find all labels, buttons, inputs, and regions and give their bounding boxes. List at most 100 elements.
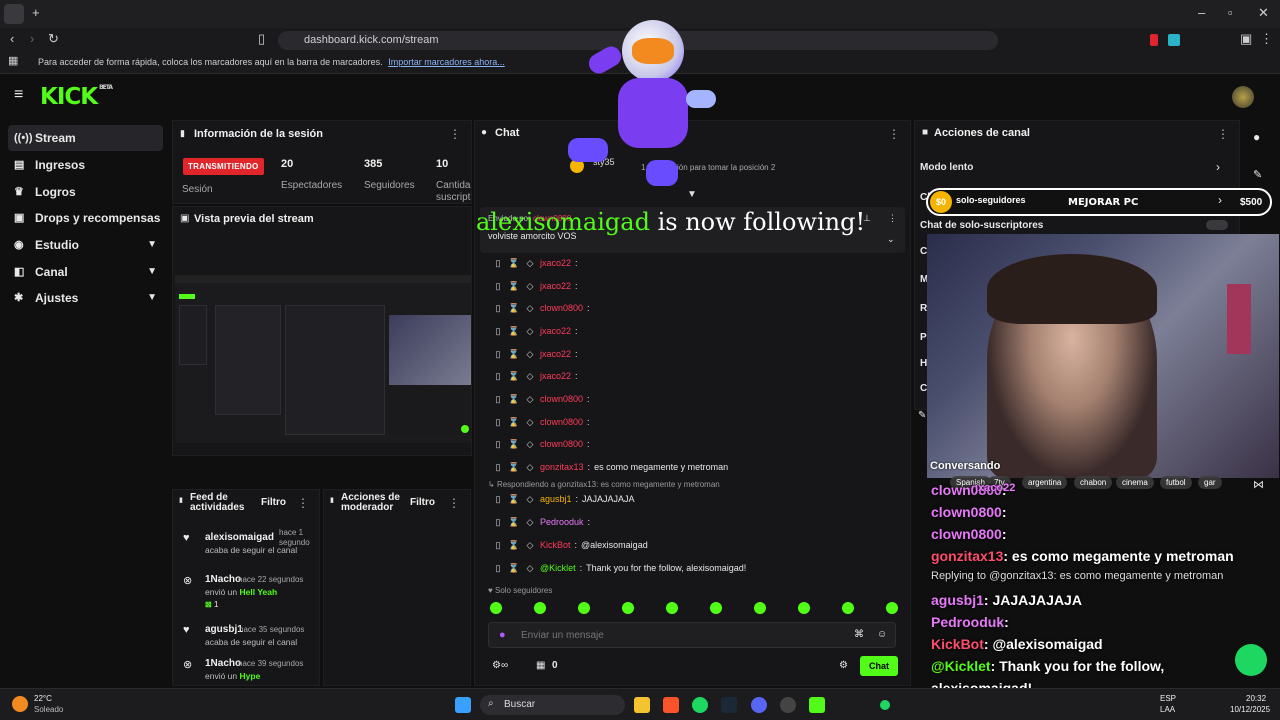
more-options-icon[interactable]: ⋮: [888, 213, 897, 224]
delete-icon[interactable]: ▯: [492, 394, 504, 405]
timeout-icon[interactable]: ⌛: [508, 439, 520, 450]
emote-icon[interactable]: [622, 602, 634, 614]
file-explorer-icon[interactable]: [634, 697, 650, 713]
shield-icon[interactable]: ◇: [524, 540, 536, 551]
chat-username[interactable]: jxaco22: [540, 258, 571, 268]
chat-username[interactable]: KickBot: [540, 540, 571, 550]
spotify-icon[interactable]: [692, 697, 708, 713]
settings-icon[interactable]: ⚙∞: [492, 660, 508, 671]
shield-icon[interactable]: ◇: [524, 563, 536, 574]
delete-icon[interactable]: ▯: [492, 462, 504, 473]
feed-username[interactable]: agusbj1: [205, 624, 243, 635]
translate-icon[interactable]: [1168, 34, 1180, 46]
menu-icon[interactable]: ⋮: [1260, 31, 1273, 47]
store-icon[interactable]: ▦: [536, 660, 545, 671]
filter-button[interactable]: Filtro: [410, 497, 435, 508]
edit-icon[interactable]: ✎: [1253, 168, 1262, 181]
bookmark-icon[interactable]: ▯: [258, 31, 265, 47]
emoji-icon[interactable]: ☺: [877, 629, 887, 640]
emote-icon[interactable]: [754, 602, 766, 614]
sidebar-item-canal[interactable]: ◧ Canal ▼: [8, 259, 163, 285]
timeout-icon[interactable]: ⌛: [508, 517, 520, 528]
timeout-icon[interactable]: ⌛: [508, 281, 520, 292]
discord-icon[interactable]: [751, 697, 767, 713]
sidebar-item-ajustes[interactable]: ✱ Ajustes ▼: [8, 285, 163, 311]
chat-username[interactable]: jxaco22: [540, 371, 571, 381]
tab-icon[interactable]: [4, 4, 24, 24]
more-options-icon[interactable]: ⋮: [1217, 127, 1229, 141]
minimize-icon[interactable]: –: [1198, 5, 1205, 20]
maximize-icon[interactable]: ▫: [1228, 5, 1233, 20]
shield-icon[interactable]: ◇: [524, 462, 536, 473]
import-bookmarks-link[interactable]: Importar marcadores ahora...: [388, 57, 505, 67]
tag[interactable]: futbol: [1160, 476, 1192, 489]
gear-icon[interactable]: ⚙: [839, 660, 848, 671]
kick-logo[interactable]: KICK BETA: [40, 84, 113, 110]
extension-icon[interactable]: [1150, 34, 1158, 46]
shield-icon[interactable]: ◇: [524, 417, 536, 428]
slow-mode-item[interactable]: Modo lento: [920, 162, 973, 173]
obs-icon[interactable]: [780, 697, 796, 713]
chat-username[interactable]: agusbj1: [540, 494, 572, 504]
reload-icon[interactable]: ↻: [48, 31, 59, 47]
chat-username[interactable]: clown0800: [540, 439, 583, 449]
sidebar-item-estudio[interactable]: ◉ Estudio ▼: [8, 232, 163, 258]
subs-only-toggle[interactable]: [1206, 220, 1228, 230]
chat-username[interactable]: clown0800: [540, 417, 583, 427]
shield-icon[interactable]: ◇: [524, 439, 536, 450]
chevron-down-icon[interactable]: ▼: [687, 189, 697, 200]
kick-app-icon[interactable]: [809, 697, 825, 713]
chat-username[interactable]: jxaco22: [540, 326, 571, 336]
delete-icon[interactable]: ▯: [492, 303, 504, 314]
tag[interactable]: gar: [1198, 476, 1222, 489]
weather-icon[interactable]: [12, 696, 28, 712]
chat-username[interactable]: gonzitax13: [540, 462, 584, 472]
timeout-icon[interactable]: ⌛: [508, 494, 520, 505]
tag[interactable]: argentina: [1022, 476, 1068, 489]
delete-icon[interactable]: ▯: [492, 494, 504, 505]
sidebar-item-ingresos[interactable]: ▤ Ingresos: [8, 152, 163, 178]
emote-icon[interactable]: [534, 602, 546, 614]
windows-start-icon[interactable]: [455, 697, 471, 713]
clock-date[interactable]: 10/12/2025: [1230, 705, 1270, 714]
filter-button[interactable]: Filtro: [261, 497, 286, 508]
shield-icon[interactable]: ◇: [524, 303, 536, 314]
tag[interactable]: chabon: [1074, 476, 1113, 489]
delete-icon[interactable]: ▯: [492, 517, 504, 528]
more-options-icon[interactable]: ⋮: [297, 496, 309, 510]
new-tab-icon[interactable]: +: [32, 5, 40, 20]
more-options-icon[interactable]: ⋮: [448, 496, 460, 510]
chat-username[interactable]: clown0800: [540, 303, 583, 313]
apps-icon[interactable]: ▦: [8, 54, 18, 67]
delete-icon[interactable]: ▯: [492, 258, 504, 269]
delete-icon[interactable]: ▯: [492, 540, 504, 551]
delete-icon[interactable]: ▯: [492, 371, 504, 382]
timeout-icon[interactable]: ⌛: [508, 258, 520, 269]
timeout-icon[interactable]: ⌛: [508, 349, 520, 360]
chevron-right-icon[interactable]: ›: [1216, 160, 1220, 174]
language-layout[interactable]: LAA: [1160, 705, 1175, 714]
clock-time[interactable]: 20:32: [1246, 694, 1266, 703]
shield-icon[interactable]: ◇: [524, 517, 536, 528]
feed-username[interactable]: alexisomaigad: [205, 532, 274, 543]
chat-username[interactable]: @Kicklet: [540, 563, 576, 573]
sidebar-icon[interactable]: ▣: [1240, 31, 1252, 47]
wrench-icon[interactable]: ✎: [918, 410, 926, 421]
sidebar-item-stream[interactable]: ((•)) Stream: [8, 125, 163, 151]
language-code[interactable]: ESP: [1160, 694, 1176, 703]
chat-username[interactable]: jxaco22: [540, 281, 571, 291]
stream-preview-video[interactable]: [175, 275, 471, 443]
emote-icon[interactable]: [886, 602, 898, 614]
emote-icon[interactable]: [666, 602, 678, 614]
forward-icon[interactable]: ›: [30, 31, 34, 46]
info-icon[interactable]: ●: [1253, 130, 1260, 144]
shield-icon[interactable]: ◇: [524, 494, 536, 505]
timeout-icon[interactable]: ⌛: [508, 462, 520, 473]
steam-icon[interactable]: [721, 697, 737, 713]
more-options-icon[interactable]: ⋮: [888, 127, 900, 141]
shield-icon[interactable]: ◇: [524, 281, 536, 292]
timeout-icon[interactable]: ⌛: [508, 303, 520, 314]
share-icon[interactable]: ⋈: [1253, 478, 1264, 491]
more-options-icon[interactable]: ⋮: [449, 127, 461, 141]
command-icon[interactable]: ⌘: [854, 629, 864, 640]
